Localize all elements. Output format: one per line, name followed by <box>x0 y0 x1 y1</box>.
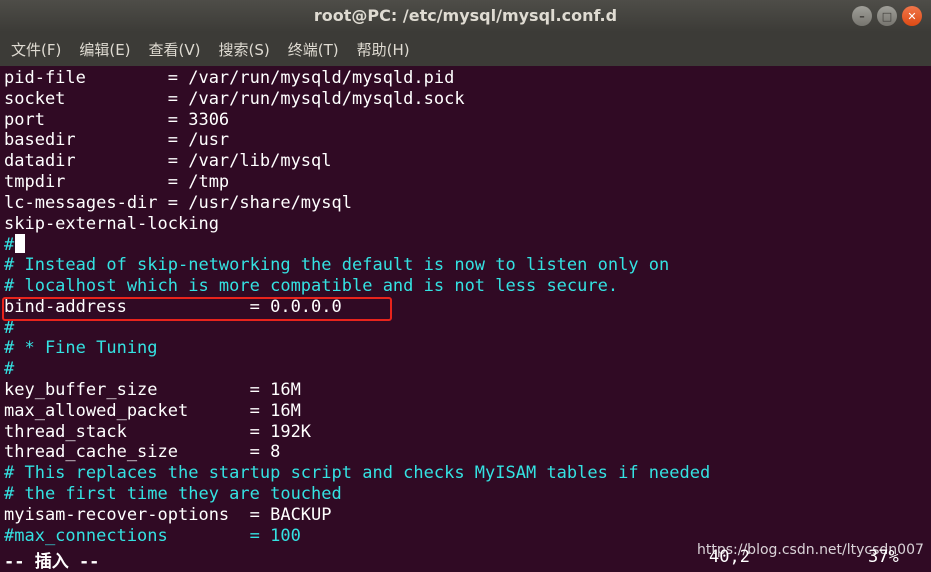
editor-line: pid-file = /var/run/mysqld/mysqld.pid <box>4 68 455 88</box>
editor-line: #max_connections = 100 <box>4 525 301 546</box>
editor-line: # This replaces the startup script and c… <box>4 463 711 484</box>
menu-search[interactable]: 搜索(S) <box>209 39 278 60</box>
editor-line: basedir = /usr <box>4 130 230 151</box>
editor-line: skip-external-locking <box>4 213 219 234</box>
minimize-button[interactable]: – <box>852 6 872 26</box>
insert-mode-indicator: -- 插入 -- <box>4 552 100 572</box>
bind-address-highlight <box>2 297 392 321</box>
menu-edit[interactable]: 编辑(E) <box>69 39 138 60</box>
watermark: https://blog.csdn.net/ltycsdn007 <box>697 542 924 558</box>
maximize-button[interactable]: □ <box>877 6 897 26</box>
editor-line: # * Fine Tuning <box>4 338 158 359</box>
close-button[interactable]: ✕ <box>902 6 922 26</box>
editor-line: # <box>4 359 15 380</box>
text-cursor <box>15 234 26 254</box>
editor-line: thread_cache_size = 8 <box>4 442 281 463</box>
editor-line: port = 3306 <box>4 109 230 130</box>
menu-file[interactable]: 文件(F) <box>0 39 69 60</box>
editor-line: tmpdir = /tmp <box>4 172 230 192</box>
close-icon: ✕ <box>907 9 917 23</box>
title-bar[interactable]: root@PC: /etc/mysql/mysql.conf.d – □ ✕ <box>0 0 931 32</box>
window-title: root@PC: /etc/mysql/mysql.conf.d <box>313 6 618 25</box>
minimize-icon: – <box>859 9 865 23</box>
terminal-content[interactable]: pid-file = /var/run/mysqld/mysqld.pid soc… <box>0 66 931 572</box>
editor-line: # <box>4 234 26 255</box>
maximize-icon: □ <box>881 9 893 23</box>
editor-line: key_buffer_size = 16M <box>4 380 301 400</box>
editor-line: # Instead of skip-networking the default… <box>4 255 670 276</box>
menu-terminal[interactable]: 终端(T) <box>278 39 347 60</box>
editor-line: myisam-recover-options = BACKUP <box>4 504 332 525</box>
editor-line: socket = /var/run/mysqld/mysqld.sock <box>4 88 465 109</box>
editor-line: lc-messages-dir = /usr/share/mysql <box>4 192 352 213</box>
terminal-window: root@PC: /etc/mysql/mysql.conf.d – □ ✕ 文… <box>0 0 931 572</box>
editor-line: # localhost which is more compatible and… <box>4 276 619 296</box>
menu-view[interactable]: 查看(V) <box>139 39 209 60</box>
menu-bar: 文件(F) 编辑(E) 查看(V) 搜索(S) 终端(T) 帮助(H) <box>0 32 931 66</box>
editor-line: datadir = /var/lib/mysql <box>4 151 332 172</box>
editor-line: thread_stack = 192K <box>4 421 312 442</box>
menu-help[interactable]: 帮助(H) <box>347 39 418 60</box>
editor-line: # the first time they are touched <box>4 484 342 504</box>
editor-line: max_allowed_packet = 16M <box>4 400 301 421</box>
